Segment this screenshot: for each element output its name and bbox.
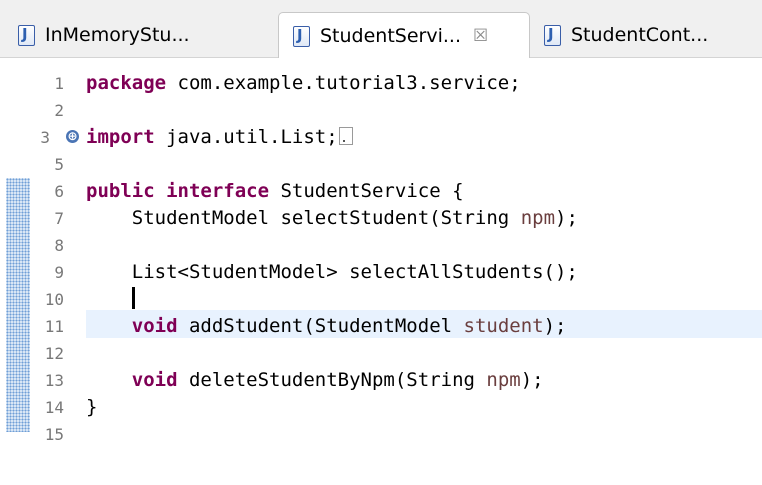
code-text: List<StudentModel> selectAllStudents(); bbox=[86, 259, 578, 286]
keyword-token: import bbox=[86, 126, 155, 148]
parameter-token: npm bbox=[520, 207, 556, 229]
code-text: import java.util.List; bbox=[86, 124, 353, 151]
line-number: 14 bbox=[44, 398, 64, 417]
line-number: 13 bbox=[44, 371, 64, 390]
parameter-token: npm bbox=[486, 369, 521, 391]
line-number: 3 bbox=[40, 128, 50, 147]
code-line[interactable]: 6 public interface StudentService { bbox=[0, 178, 762, 205]
line-number: 10 bbox=[44, 290, 64, 309]
tab-studentservice[interactable]: StudentServi... ☒ bbox=[278, 12, 530, 59]
java-file-icon bbox=[293, 25, 310, 47]
code-line[interactable]: 15 bbox=[0, 421, 762, 448]
code-token: ); bbox=[555, 207, 578, 229]
code-editor[interactable]: 1 package com.example.tutorial3.service; 2… bbox=[0, 58, 762, 485]
editor-tab-bar: InMemoryStu... StudentServi... ☒ Student… bbox=[0, 0, 762, 59]
code-line[interactable]: 10 bbox=[0, 286, 762, 313]
expand-fold-icon[interactable]: ⊕ bbox=[66, 130, 79, 143]
code-token: java.util.List; bbox=[154, 126, 338, 148]
keyword-token: package bbox=[86, 72, 167, 94]
code-line[interactable]: 12 bbox=[0, 340, 762, 367]
code-line[interactable]: 8 bbox=[0, 232, 762, 259]
code-token: StudentService { bbox=[269, 180, 464, 202]
code-token: deleteStudentByNpm(String bbox=[177, 369, 487, 391]
code-text: void deleteStudentByNpm(String npm); bbox=[86, 367, 544, 394]
code-text: void addStudent(StudentModel student); bbox=[86, 313, 567, 340]
code-token: } bbox=[86, 396, 98, 418]
code-text bbox=[86, 286, 135, 313]
tab-studentcontroller[interactable]: StudentCont... bbox=[532, 12, 762, 58]
code-text: package com.example.tutorial3.service; bbox=[86, 70, 521, 97]
code-text: StudentModel selectStudent(String npm); bbox=[86, 205, 578, 232]
code-line[interactable]: 3 ⊕ import java.util.List; bbox=[0, 124, 762, 151]
tab-label: InMemoryStu... bbox=[45, 24, 190, 46]
java-file-icon bbox=[544, 24, 561, 46]
code-line[interactable]: 7 StudentModel selectStudent(String npm)… bbox=[0, 205, 762, 232]
keyword-token: public bbox=[86, 180, 155, 202]
code-lines: 1 package com.example.tutorial3.service; 2… bbox=[0, 70, 762, 448]
line-number: 2 bbox=[54, 101, 64, 120]
code-line[interactable]: 9 List<StudentModel> selectAllStudents()… bbox=[0, 259, 762, 286]
close-tab-icon[interactable]: ☒ bbox=[473, 26, 488, 46]
line-number: 8 bbox=[54, 236, 64, 255]
line-number: 7 bbox=[54, 209, 64, 228]
tab-label: StudentCont... bbox=[571, 24, 709, 46]
code-token: com.example.tutorial3.service; bbox=[166, 72, 521, 94]
code-token: StudentModel selectStudent(String bbox=[86, 207, 521, 229]
code-line[interactable]: 14} bbox=[0, 394, 762, 421]
text-cursor bbox=[131, 287, 135, 309]
line-number: 5 bbox=[54, 155, 64, 174]
line-number: 9 bbox=[54, 263, 64, 282]
code-line[interactable]: 2 bbox=[0, 97, 762, 124]
keyword-token: interface bbox=[166, 180, 270, 202]
keyword-token: void bbox=[131, 315, 178, 337]
line-number: 15 bbox=[44, 425, 64, 444]
code-line[interactable]: 11 void addStudent(StudentModel student)… bbox=[0, 313, 762, 340]
code-line[interactable]: 5 bbox=[0, 151, 762, 178]
code-text: public interface StudentService { bbox=[86, 178, 464, 205]
collapsed-imports-icon[interactable] bbox=[338, 127, 353, 145]
code-line[interactable]: 1 package com.example.tutorial3.service; bbox=[0, 70, 762, 97]
code-token: addStudent(StudentModel bbox=[177, 315, 464, 337]
tab-inmemorystudentservice[interactable]: InMemoryStu... bbox=[0, 12, 278, 58]
line-number: 6 bbox=[54, 182, 64, 201]
code-token: ); bbox=[543, 315, 567, 337]
code-text: } bbox=[86, 394, 97, 421]
parameter-token: student bbox=[463, 315, 544, 337]
tab-label: StudentServi... bbox=[320, 25, 461, 47]
line-number: 1 bbox=[54, 74, 64, 93]
line-number: 11 bbox=[44, 317, 64, 336]
code-token: List<StudentModel> selectAllStudents(); bbox=[86, 261, 578, 283]
code-token: ); bbox=[520, 369, 544, 391]
code-line[interactable]: 13 void deleteStudentByNpm(String npm); bbox=[0, 367, 762, 394]
java-file-icon bbox=[18, 24, 35, 46]
keyword-token: void bbox=[131, 369, 178, 391]
line-number: 12 bbox=[44, 344, 64, 363]
